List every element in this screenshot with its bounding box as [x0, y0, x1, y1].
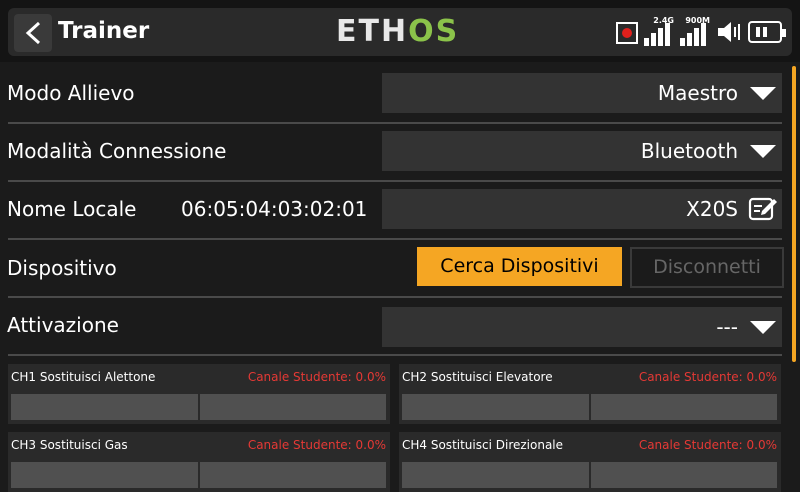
mode-label: Modo Allievo [7, 81, 135, 105]
record-icon [616, 22, 638, 44]
chevron-left-icon [25, 21, 41, 45]
activation-label: Attivazione [7, 313, 119, 337]
mode-value: Maestro [657, 81, 738, 105]
mode-select[interactable]: Maestro [382, 73, 782, 113]
status-icons: 2.4G 900M [616, 14, 786, 48]
top-bar: Trainer ETHOS 2.4G 900M [0, 0, 800, 62]
local-name-row: Nome Locale 06:05:04:03:02:01 X20S [0, 180, 782, 238]
device-row: Dispositivo Cerca Dispositivi Disconnett… [0, 238, 784, 296]
ethos-logo: ETHOS [336, 14, 460, 49]
channel-card-ch1[interactable]: CH1 Sostituisci Alettone Canale Studente… [8, 364, 390, 424]
activation-value: --- [716, 315, 738, 339]
activation-row: Attivazione --- [0, 296, 782, 354]
channel-name: CH1 Sostituisci Alettone [11, 370, 156, 384]
divider [8, 354, 782, 356]
local-name-value: X20S [686, 197, 738, 221]
channel-name: CH4 Sostituisci Direzionale [402, 438, 564, 452]
dropdown-arrow-icon [750, 87, 776, 100]
edit-icon [748, 197, 777, 221]
channel-name: CH2 Sostituisci Elevatore [402, 370, 553, 384]
channel-bar [11, 394, 386, 420]
channel-card-ch2[interactable]: CH2 Sostituisci Elevatore Canale Student… [399, 364, 781, 424]
scrollbar[interactable] [792, 66, 796, 362]
channel-status: Canale Studente: 0.0% [247, 438, 386, 452]
channel-bar [11, 462, 386, 488]
volume-icon [718, 22, 740, 42]
mode-row: Modo Allievo Maestro [0, 64, 782, 122]
signal-2-4g-icon: 2.4G [644, 16, 674, 48]
battery-icon [748, 21, 786, 43]
channel-status: Canale Studente: 0.0% [638, 370, 777, 384]
device-label: Dispositivo [7, 256, 117, 280]
channel-bar [402, 394, 777, 420]
channel-card-ch4[interactable]: CH4 Sostituisci Direzionale Canale Stude… [399, 432, 781, 492]
connection-select[interactable]: Bluetooth [382, 131, 782, 171]
back-button[interactable] [14, 14, 52, 52]
activation-select[interactable]: --- [382, 307, 782, 347]
channel-status: Canale Studente: 0.0% [247, 370, 386, 384]
channel-status: Canale Studente: 0.0% [638, 438, 777, 452]
channel-name: CH3 Sostituisci Gas [11, 438, 128, 452]
connection-label: Modalità Connessione [7, 139, 227, 163]
channel-card-ch3[interactable]: CH3 Sostituisci Gas Canale Studente: 0.0… [8, 432, 390, 492]
channel-bar [402, 462, 777, 488]
disconnect-button[interactable]: Disconnetti [630, 247, 784, 288]
search-devices-button[interactable]: Cerca Dispositivi [417, 247, 622, 286]
signal-900m-icon: 900M [680, 16, 710, 48]
connection-value: Bluetooth [640, 139, 738, 163]
local-name-field[interactable]: X20S [382, 189, 782, 229]
dropdown-arrow-icon [750, 321, 776, 334]
local-name-label: Nome Locale [7, 197, 137, 221]
local-address: 06:05:04:03:02:01 [181, 197, 368, 221]
connection-row: Modalità Connessione Bluetooth [0, 122, 782, 180]
dropdown-arrow-icon [750, 145, 776, 158]
page-title: Trainer [58, 18, 150, 44]
